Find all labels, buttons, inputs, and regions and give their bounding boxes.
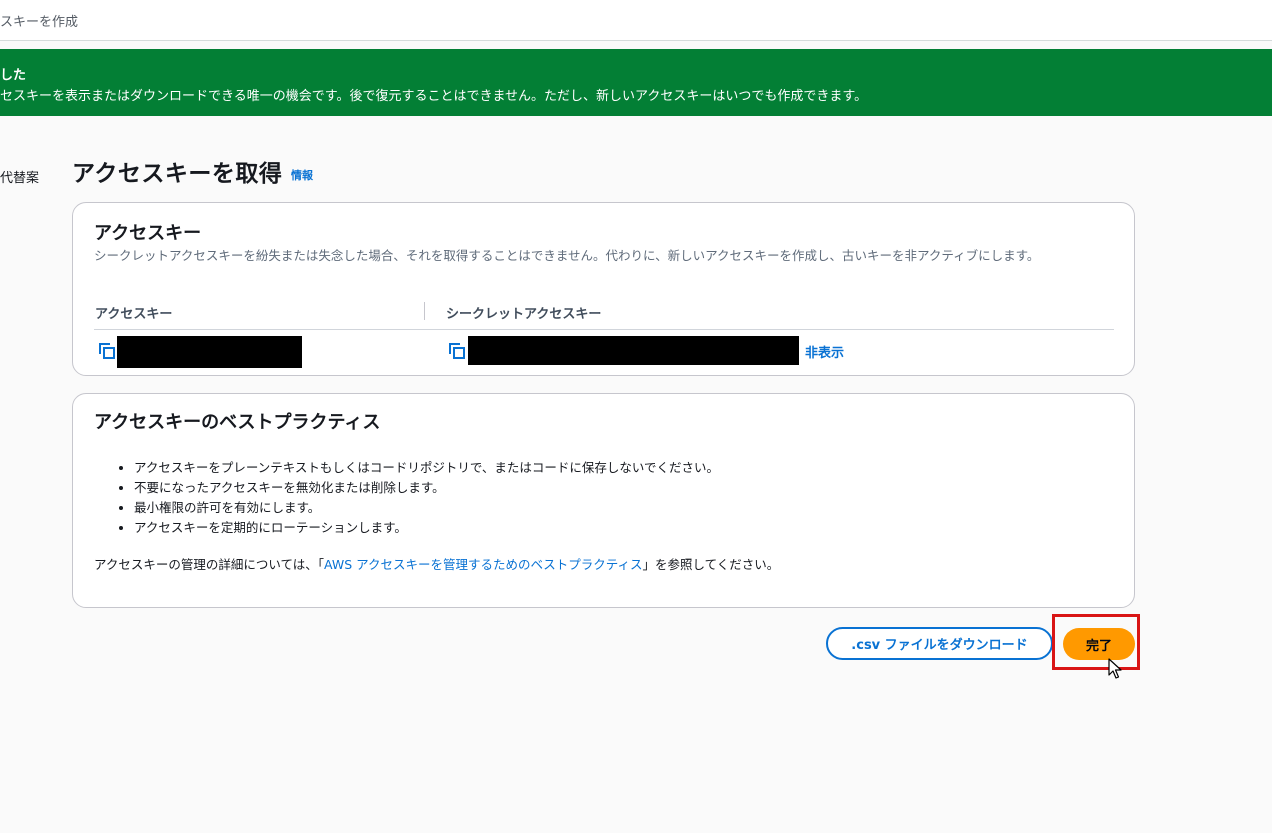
- flash-message: セスキーを表示またはダウンロードできる唯一の機会です。後で復元することはできませ…: [0, 89, 868, 104]
- flash-title: した: [0, 68, 27, 83]
- success-flash-banner: した セスキーを表示またはダウンロードできる唯一の機会です。後で復元することはで…: [0, 49, 1272, 116]
- download-csv-button[interactable]: .csv ファイルをダウンロード: [826, 627, 1053, 660]
- access-key-card: アクセスキー シークレットアクセスキーを紛失または失念した場合、それを取得するこ…: [72, 202, 1135, 376]
- copy-icon[interactable]: [99, 343, 115, 359]
- access-key-card-description: シークレットアクセスキーを紛失または失念した場合、それを取得することはできません…: [94, 248, 1040, 263]
- table-divider: [94, 329, 1114, 330]
- list-item: 不要になったアクセスキーを無効化または削除します。: [134, 478, 719, 498]
- best-practices-card-title: アクセスキーのベストプラクティス: [94, 412, 381, 433]
- hide-secret-link[interactable]: 非表示: [805, 342, 844, 361]
- paragraph-text-after: 」を参照してください。: [642, 557, 780, 572]
- secret-access-key-value-redacted: [468, 336, 799, 365]
- breadcrumb-title: スキーを作成: [0, 15, 79, 30]
- top-bar: スキーを作成: [0, 0, 1272, 41]
- best-practices-list: アクセスキーをプレーンテキストもしくはコードリポジトリで、またはコードに保存しな…: [94, 458, 719, 538]
- page-title: アクセスキーを取得: [72, 161, 283, 187]
- access-key-value-redacted: [117, 336, 302, 368]
- list-item: 最小権限の許可を有効にします。: [134, 498, 719, 518]
- list-item: アクセスキーをプレーンテキストもしくはコードリポジトリで、またはコードに保存しな…: [134, 458, 719, 478]
- best-practices-link[interactable]: AWS アクセスキーを管理するためのベストプラクティス: [324, 557, 643, 572]
- side-nav-item-alternatives[interactable]: 代替案: [0, 167, 39, 186]
- paragraph-text-before: アクセスキーの管理の詳細については、「: [94, 557, 325, 572]
- done-button[interactable]: 完了: [1063, 628, 1135, 660]
- best-practices-card: アクセスキーのベストプラクティス アクセスキーをプレーンテキストもしくはコードリ…: [72, 393, 1135, 608]
- info-link[interactable]: 情報: [291, 167, 313, 183]
- list-item: アクセスキーを定期的にローテーションします。: [134, 518, 719, 538]
- best-practices-paragraph: アクセスキーの管理の詳細については、「AWS アクセスキーを管理するためのベスト…: [94, 554, 779, 573]
- secret-access-key-column-header: シークレットアクセスキー: [446, 307, 602, 322]
- access-key-column-header: アクセスキー: [95, 307, 173, 322]
- copy-icon[interactable]: [449, 343, 465, 359]
- column-divider: [424, 302, 425, 320]
- mouse-cursor-icon: [1108, 658, 1122, 679]
- access-key-card-title: アクセスキー: [94, 223, 202, 244]
